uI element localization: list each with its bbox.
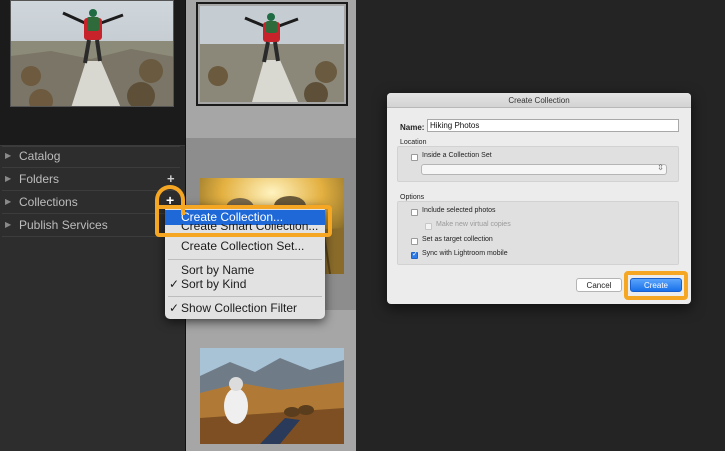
grid-cell[interactable]: [186, 0, 356, 138]
cancel-button[interactable]: Cancel: [576, 278, 622, 292]
include-selected-photos-label: Include selected photos: [422, 207, 496, 214]
create-collection-highlight: [155, 205, 332, 237]
options-header: Options: [400, 194, 425, 201]
photo-thumbnail[interactable]: [200, 348, 344, 444]
collection-set-select[interactable]: ⇳: [421, 163, 667, 175]
make-virtual-copies-label: Make new virtual copies: [436, 221, 511, 228]
navigator-preview-image[interactable]: [10, 0, 174, 107]
panel-collections-label: Collections: [19, 195, 78, 209]
menu-item-show-collection-filter-label: Show Collection Filter: [181, 301, 298, 315]
panel-catalog-label: Catalog: [19, 149, 61, 163]
grid-cell[interactable]: [186, 310, 356, 451]
menu-item-sort-by-kind-label: Sort by Kind: [181, 277, 247, 291]
location-header: Location: [400, 139, 427, 146]
panel-folders-label: Folders: [19, 172, 60, 186]
set-target-collection-checkbox[interactable]: [411, 238, 418, 245]
collection-name-input[interactable]: [427, 119, 679, 132]
set-target-collection-label: Set as target collection: [422, 236, 493, 243]
make-virtual-copies-checkbox[interactable]: [425, 223, 432, 230]
sync-lightroom-mobile-label: Sync with Lightroom mobile: [422, 250, 508, 257]
menu-item-sort-by-kind[interactable]: ✓ Sort by Kind: [165, 277, 325, 292]
triangle-right-icon: ▶: [5, 197, 12, 206]
name-label: Name:: [400, 123, 425, 132]
checkmark-icon: ✓: [169, 277, 180, 291]
panel-divider: [2, 236, 180, 237]
checkmark-icon: ✓: [169, 301, 180, 315]
panel-folders[interactable]: ▶ Folders +: [0, 168, 185, 190]
panel-catalog[interactable]: ▶ Catalog: [0, 145, 185, 167]
dialog-title: Create Collection: [387, 93, 691, 108]
create-button-highlight: [624, 271, 688, 300]
sync-lightroom-mobile-checkbox[interactable]: [411, 250, 418, 259]
panel-publish-services-label: Publish Services: [19, 218, 108, 232]
updown-chevron-icon: ⇳: [657, 163, 664, 172]
menu-item-show-collection-filter[interactable]: ✓ Show Collection Filter: [165, 301, 325, 316]
photo-thumbnail[interactable]: [196, 2, 348, 106]
menu-item-create-collection-set[interactable]: Create Collection Set...: [165, 239, 325, 254]
triangle-right-icon: ▶: [5, 220, 12, 229]
menu-separator: [168, 259, 322, 260]
triangle-right-icon: ▶: [5, 151, 12, 160]
menu-separator: [168, 296, 322, 297]
triangle-right-icon: ▶: [5, 174, 12, 183]
menu-item-sort-by-name[interactable]: Sort by Name: [165, 263, 325, 278]
inside-collection-set-checkbox[interactable]: [411, 154, 418, 161]
include-selected-photos-checkbox[interactable]: [411, 209, 418, 216]
inside-collection-set-label: Inside a Collection Set: [422, 152, 492, 159]
navigator-panel: [0, 0, 185, 146]
